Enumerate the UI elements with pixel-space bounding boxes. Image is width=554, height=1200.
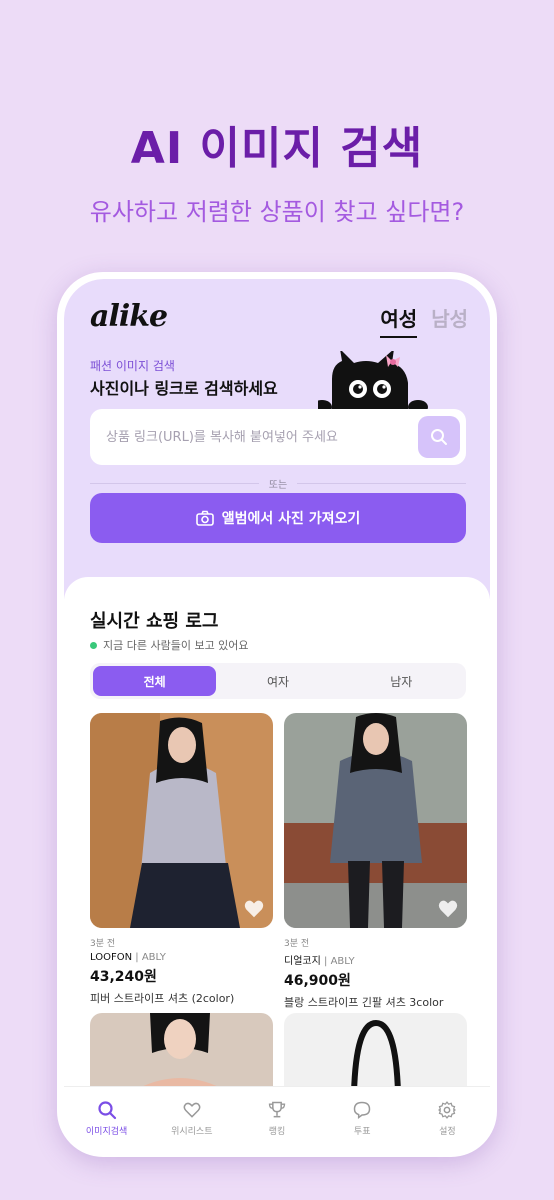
nav-label: 설정 xyxy=(439,1127,456,1137)
album-import-button[interactable]: 앨범에서 사진 가져오기 xyxy=(90,493,466,543)
app-screen: alike 여성 남성 패션 이미지 검색 사진이나 링크로 검색하세요 상품 … xyxy=(64,279,490,1150)
product-name: 블랑 스트라이프 긴팔 셔츠 3color xyxy=(284,996,444,1009)
nav-label: 이미지검색 xyxy=(85,1127,128,1137)
gender-tabs: 여성 남성 xyxy=(380,303,468,338)
search-input[interactable] xyxy=(106,409,406,465)
shop-source: ABLY xyxy=(330,956,355,967)
nav-settings[interactable]: 설정 xyxy=(405,1087,490,1150)
nav-wishlist[interactable]: 위시리스트 xyxy=(149,1087,234,1150)
product-photo-placeholder xyxy=(284,713,467,928)
phone-frame: alike 여성 남성 패션 이미지 검색 사진이나 링크로 검색하세요 상품 … xyxy=(57,272,497,1157)
album-button-label: 앨범에서 사진 가져오기 xyxy=(221,511,361,527)
nav-label: 랭킹 xyxy=(268,1127,286,1137)
hero-heading: 사진이나 링크로 검색하세요 xyxy=(90,379,278,398)
hero-kicker: 패션 이미지 검색 xyxy=(90,359,175,373)
section-title: 실시간 쇼핑 로그 xyxy=(90,611,219,632)
chat-icon xyxy=(353,1101,371,1119)
product-price: 46,900원 xyxy=(284,973,351,989)
cat-mascot-icon xyxy=(318,351,428,415)
hero-section: alike 여성 남성 패션 이미지 검색 사진이나 링크로 검색하세요 상품 … xyxy=(64,279,490,599)
product-image[interactable] xyxy=(284,713,467,928)
or-divider: 또는 xyxy=(90,475,466,491)
search-box xyxy=(90,409,466,465)
camera-icon xyxy=(195,510,214,526)
live-status: 지금 다른 사람들이 보고 있어요 xyxy=(90,637,249,653)
live-shopping-section: 실시간 쇼핑 로그 지금 다른 사람들이 보고 있어요 전체 여자 남자 3분 … xyxy=(64,577,490,1097)
nav-vote[interactable]: 투표 xyxy=(320,1087,405,1150)
tab-men[interactable]: 남성 xyxy=(431,303,468,338)
shop-source: ABLY xyxy=(141,952,166,963)
filter-tab-women[interactable]: 여자 xyxy=(216,666,339,696)
product-price: 43,240원 xyxy=(90,969,157,985)
product-shop: LOOFON | ABLY xyxy=(90,952,166,963)
gear-icon xyxy=(438,1101,457,1119)
product-card[interactable]: 3분 전 디얼코지 | ABLY 46,900원 블랑 스트라이프 긴팔 셔츠 … xyxy=(284,713,467,1010)
live-dot-icon xyxy=(90,641,97,649)
divider-line xyxy=(90,482,259,484)
trophy-icon xyxy=(268,1101,286,1118)
heart-icon xyxy=(183,1102,201,1118)
search-icon xyxy=(97,1101,116,1120)
or-text: 또는 xyxy=(268,479,288,491)
promo-subtitle: 유사하고 저렴한 상품이 찾고 싶다면? xyxy=(89,198,465,226)
app-logo: alike xyxy=(90,299,168,334)
nav-ranking[interactable]: 랭킹 xyxy=(234,1087,319,1150)
wishlist-heart-icon[interactable] xyxy=(243,898,265,920)
product-image[interactable] xyxy=(284,1013,467,1093)
nav-label: 투표 xyxy=(353,1127,371,1137)
tab-women[interactable]: 여성 xyxy=(380,303,418,338)
search-icon xyxy=(431,429,447,445)
product-image[interactable] xyxy=(90,1013,273,1093)
nav-image-search[interactable]: 이미지검색 xyxy=(64,1087,149,1150)
filter-tabs: 전체 여자 남자 xyxy=(90,663,466,699)
product-name: 피버 스트라이프 셔츠 (2color) xyxy=(90,992,235,1005)
product-shop: 디얼코지 | ABLY xyxy=(284,956,355,967)
product-card[interactable]: 3분 전 LOOFON | ABLY 43,240원 피버 스트라이프 셔츠 (… xyxy=(90,713,273,1006)
live-status-text: 지금 다른 사람들이 보고 있어요 xyxy=(103,639,249,652)
wishlist-heart-icon[interactable] xyxy=(437,898,459,920)
promo-title: AI 이미지 검색 xyxy=(130,123,424,174)
product-time: 3분 전 xyxy=(284,939,310,949)
product-photo-placeholder xyxy=(90,1013,273,1093)
product-image[interactable] xyxy=(90,713,273,928)
shop-name: 디얼코지 xyxy=(284,956,321,967)
shop-name: LOOFON xyxy=(90,952,133,963)
filter-tab-all[interactable]: 전체 xyxy=(93,666,217,696)
search-button[interactable] xyxy=(418,416,460,458)
nav-label: 위시리스트 xyxy=(171,1127,213,1137)
divider-line xyxy=(297,482,466,484)
product-photo-placeholder xyxy=(284,1013,467,1093)
bottom-nav: 이미지검색 위시리스트 랭킹 투표 설정 xyxy=(64,1086,490,1150)
filter-tab-men[interactable]: 남자 xyxy=(340,666,463,696)
product-photo-placeholder xyxy=(90,713,273,928)
product-time: 3분 전 xyxy=(90,939,116,949)
